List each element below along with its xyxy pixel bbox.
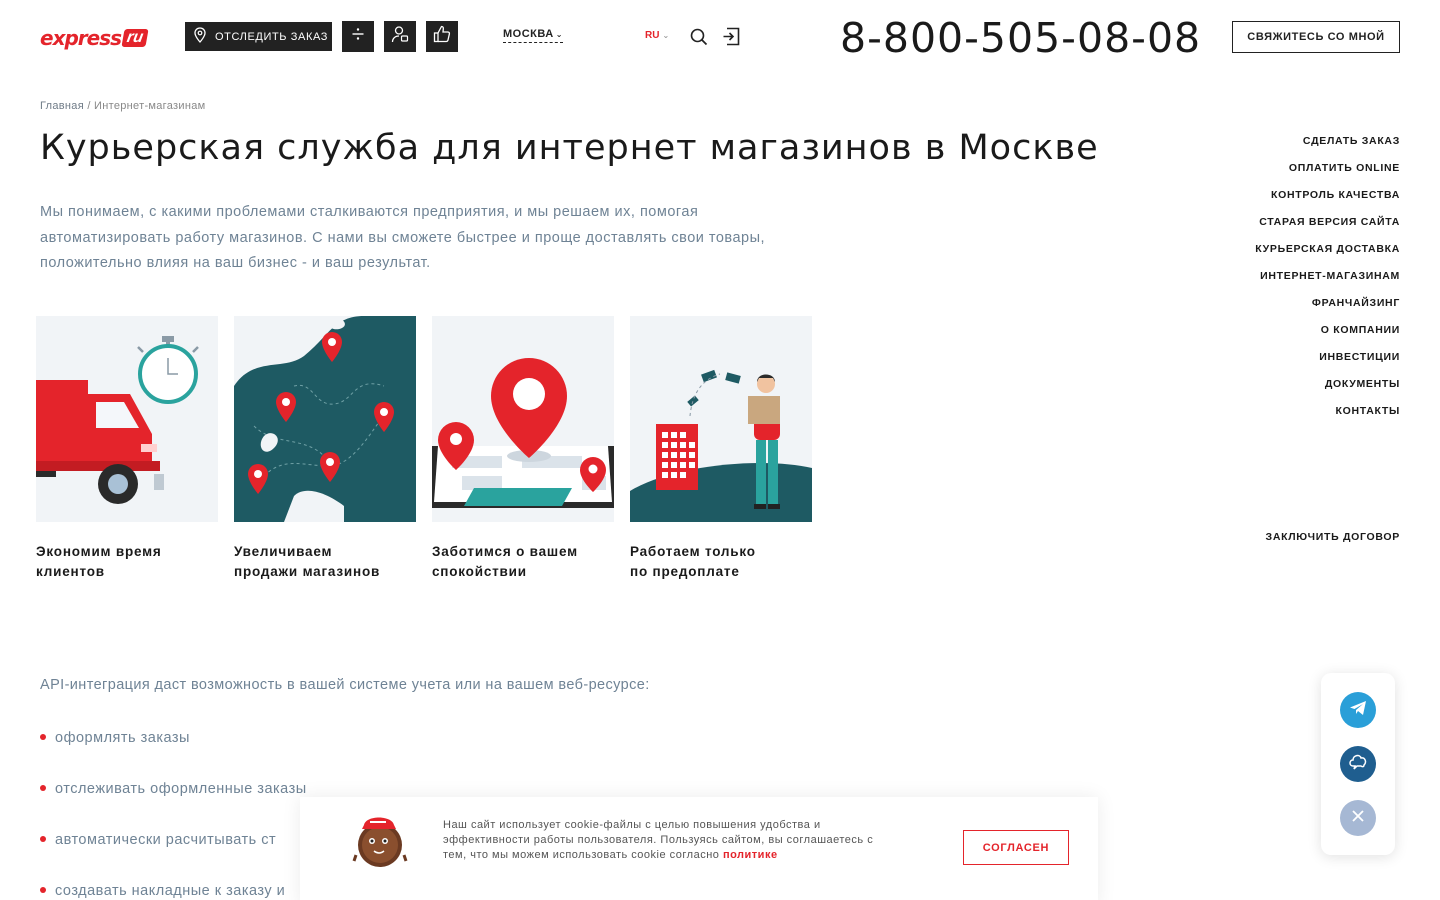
contact-widget bbox=[1321, 673, 1395, 855]
language-label: RU bbox=[645, 30, 660, 41]
language-selector[interactable]: RU ⌄ bbox=[645, 30, 669, 41]
search-button[interactable] bbox=[690, 28, 708, 51]
feature-card-title-line2: клиентов bbox=[36, 564, 105, 579]
nav-item-online-stores[interactable]: ИНТЕРНЕТ-МАГАЗИНАМ bbox=[1200, 269, 1400, 296]
truck-stopwatch-illustration bbox=[36, 316, 218, 522]
close-widget-button[interactable] bbox=[1340, 800, 1376, 836]
account-button[interactable] bbox=[384, 21, 416, 52]
feature-card-title-line2: по предоплате bbox=[630, 564, 740, 579]
city-label: МОСКВА bbox=[503, 28, 554, 40]
telegram-icon bbox=[1348, 698, 1368, 723]
calculator-button[interactable] bbox=[342, 21, 374, 52]
calculator-icon bbox=[351, 27, 365, 46]
cookie-mascot-icon bbox=[352, 811, 410, 869]
site-header: express ru ОТСЛЕДИТЬ ЗАКАЗ МОСКВА⌄ RU⌄ bbox=[0, 0, 1440, 80]
thumbs-up-icon bbox=[433, 25, 451, 48]
feature-card-increase-sales: Увеличиваем продажи магазинов bbox=[234, 316, 416, 582]
list-item: создавать накладные к заказу и bbox=[40, 881, 307, 900]
search-icon bbox=[690, 28, 708, 50]
cookie-message: Наш сайт использует cookie-файлы с целью… bbox=[443, 818, 883, 863]
logo[interactable]: express ru bbox=[40, 26, 149, 50]
feature-card-title-line2: спокойствии bbox=[432, 564, 527, 579]
page-title: Курьерская служба для интернет магазинов… bbox=[40, 128, 1099, 168]
feature-card-peace-of-mind: Заботимся о вашем спокойствии bbox=[432, 316, 614, 582]
track-order-button[interactable]: ОТСЛЕДИТЬ ЗАКАЗ bbox=[185, 22, 332, 51]
login-button[interactable] bbox=[722, 27, 741, 51]
feature-card-title: Экономим время клиентов bbox=[36, 542, 218, 582]
nav-item-quality-control[interactable]: КОНТРОЛЬ КАЧЕСТВА bbox=[1200, 188, 1400, 215]
nav-item-old-site[interactable]: СТАРАЯ ВЕРСИЯ САЙТА bbox=[1200, 215, 1400, 242]
track-order-label: ОТСЛЕДИТЬ ЗАКАЗ bbox=[215, 30, 329, 43]
map-pins-illustration bbox=[234, 316, 416, 522]
breadcrumb-current: Интернет-магазинам bbox=[94, 100, 206, 112]
nav-item-franchising[interactable]: ФРАНЧАЙЗИНГ bbox=[1200, 296, 1400, 323]
nav-item-pay-online[interactable]: ОПЛАТИТЬ ONLINE bbox=[1200, 161, 1400, 188]
nav-item-about[interactable]: О КОМПАНИИ bbox=[1200, 323, 1400, 350]
sign-contract-link[interactable]: ЗАКЛЮЧИТЬ ДОГОВОР bbox=[1266, 531, 1400, 543]
nav-item-contacts[interactable]: КОНТАКТЫ bbox=[1200, 404, 1400, 431]
logo-suffix: ru bbox=[121, 29, 149, 47]
feature-card-title: Увеличиваем продажи магазинов bbox=[234, 542, 416, 582]
list-item: оформлять заказы bbox=[40, 728, 307, 779]
chevron-down-icon: ⌄ bbox=[555, 30, 563, 39]
nav-item-courier-delivery[interactable]: КУРЬЕРСКАЯ ДОСТАВКА bbox=[1200, 242, 1400, 269]
feature-card-title-line1: Увеличиваем bbox=[234, 544, 333, 559]
list-item: автоматически расчитывать ст bbox=[40, 830, 307, 881]
big-location-pin-illustration bbox=[432, 316, 614, 522]
intro-text: Мы понимаем, с какими проблемами сталкив… bbox=[40, 204, 766, 271]
api-features-list: оформлять заказы отслеживать оформленные… bbox=[40, 728, 307, 900]
nav-item-documents[interactable]: ДОКУМЕНТЫ bbox=[1200, 377, 1400, 404]
breadcrumb-home[interactable]: Главная bbox=[40, 100, 84, 112]
chevron-down-icon: ⌄ bbox=[662, 31, 670, 40]
breadcrumb-separator: / bbox=[83, 100, 95, 112]
feature-card-prepayment: Работаем только по предоплате bbox=[630, 316, 812, 582]
cookie-accept-button[interactable]: СОГЛАСЕН bbox=[963, 830, 1069, 865]
phone-number[interactable]: 8-800-505-08-08 bbox=[840, 14, 1201, 62]
login-icon bbox=[722, 27, 741, 50]
chat-button[interactable] bbox=[1340, 746, 1376, 782]
close-icon bbox=[1350, 808, 1366, 829]
cookie-policy-link[interactable]: политике bbox=[723, 849, 778, 861]
breadcrumb: Главная / Интернет-магазинам bbox=[40, 100, 206, 112]
side-navigation: СДЕЛАТЬ ЗАКАЗ ОПЛАТИТЬ ONLINE КОНТРОЛЬ К… bbox=[1200, 134, 1400, 431]
courier-building-illustration bbox=[630, 316, 812, 522]
feature-card-title-line1: Экономим время bbox=[36, 544, 162, 559]
nav-item-make-order[interactable]: СДЕЛАТЬ ЗАКАЗ bbox=[1200, 134, 1400, 161]
feedback-button[interactable] bbox=[426, 21, 458, 52]
feature-card-title: Заботимся о вашем спокойствии bbox=[432, 542, 614, 582]
feature-card-title-line1: Работаем только bbox=[630, 544, 756, 559]
feature-card-title: Работаем только по предоплате bbox=[630, 542, 812, 582]
chat-cloud-icon bbox=[1347, 752, 1369, 777]
cookie-message-text: Наш сайт использует cookie-файлы с целью… bbox=[443, 819, 874, 861]
list-item: отслеживать оформленные заказы bbox=[40, 779, 307, 830]
nav-item-investments[interactable]: ИНВЕСТИЦИИ bbox=[1200, 350, 1400, 377]
city-selector[interactable]: МОСКВА ⌄ bbox=[503, 28, 563, 43]
feature-card-save-time: Экономим время клиентов bbox=[36, 316, 218, 582]
contact-me-button[interactable]: СВЯЖИТЕСЬ СО МНОЙ bbox=[1232, 21, 1400, 53]
feature-card-title-line2: продажи магазинов bbox=[234, 564, 381, 579]
user-icon bbox=[391, 25, 409, 48]
logo-text: express bbox=[40, 26, 122, 50]
telegram-button[interactable] bbox=[1340, 692, 1376, 728]
cookie-banner: Наш сайт использует cookie-файлы с целью… bbox=[300, 797, 1098, 900]
feature-card-title-line1: Заботимся о вашем bbox=[432, 544, 578, 559]
api-intro-text: API-интеграция даст возможность в вашей … bbox=[40, 677, 650, 693]
location-pin-icon bbox=[193, 27, 207, 46]
